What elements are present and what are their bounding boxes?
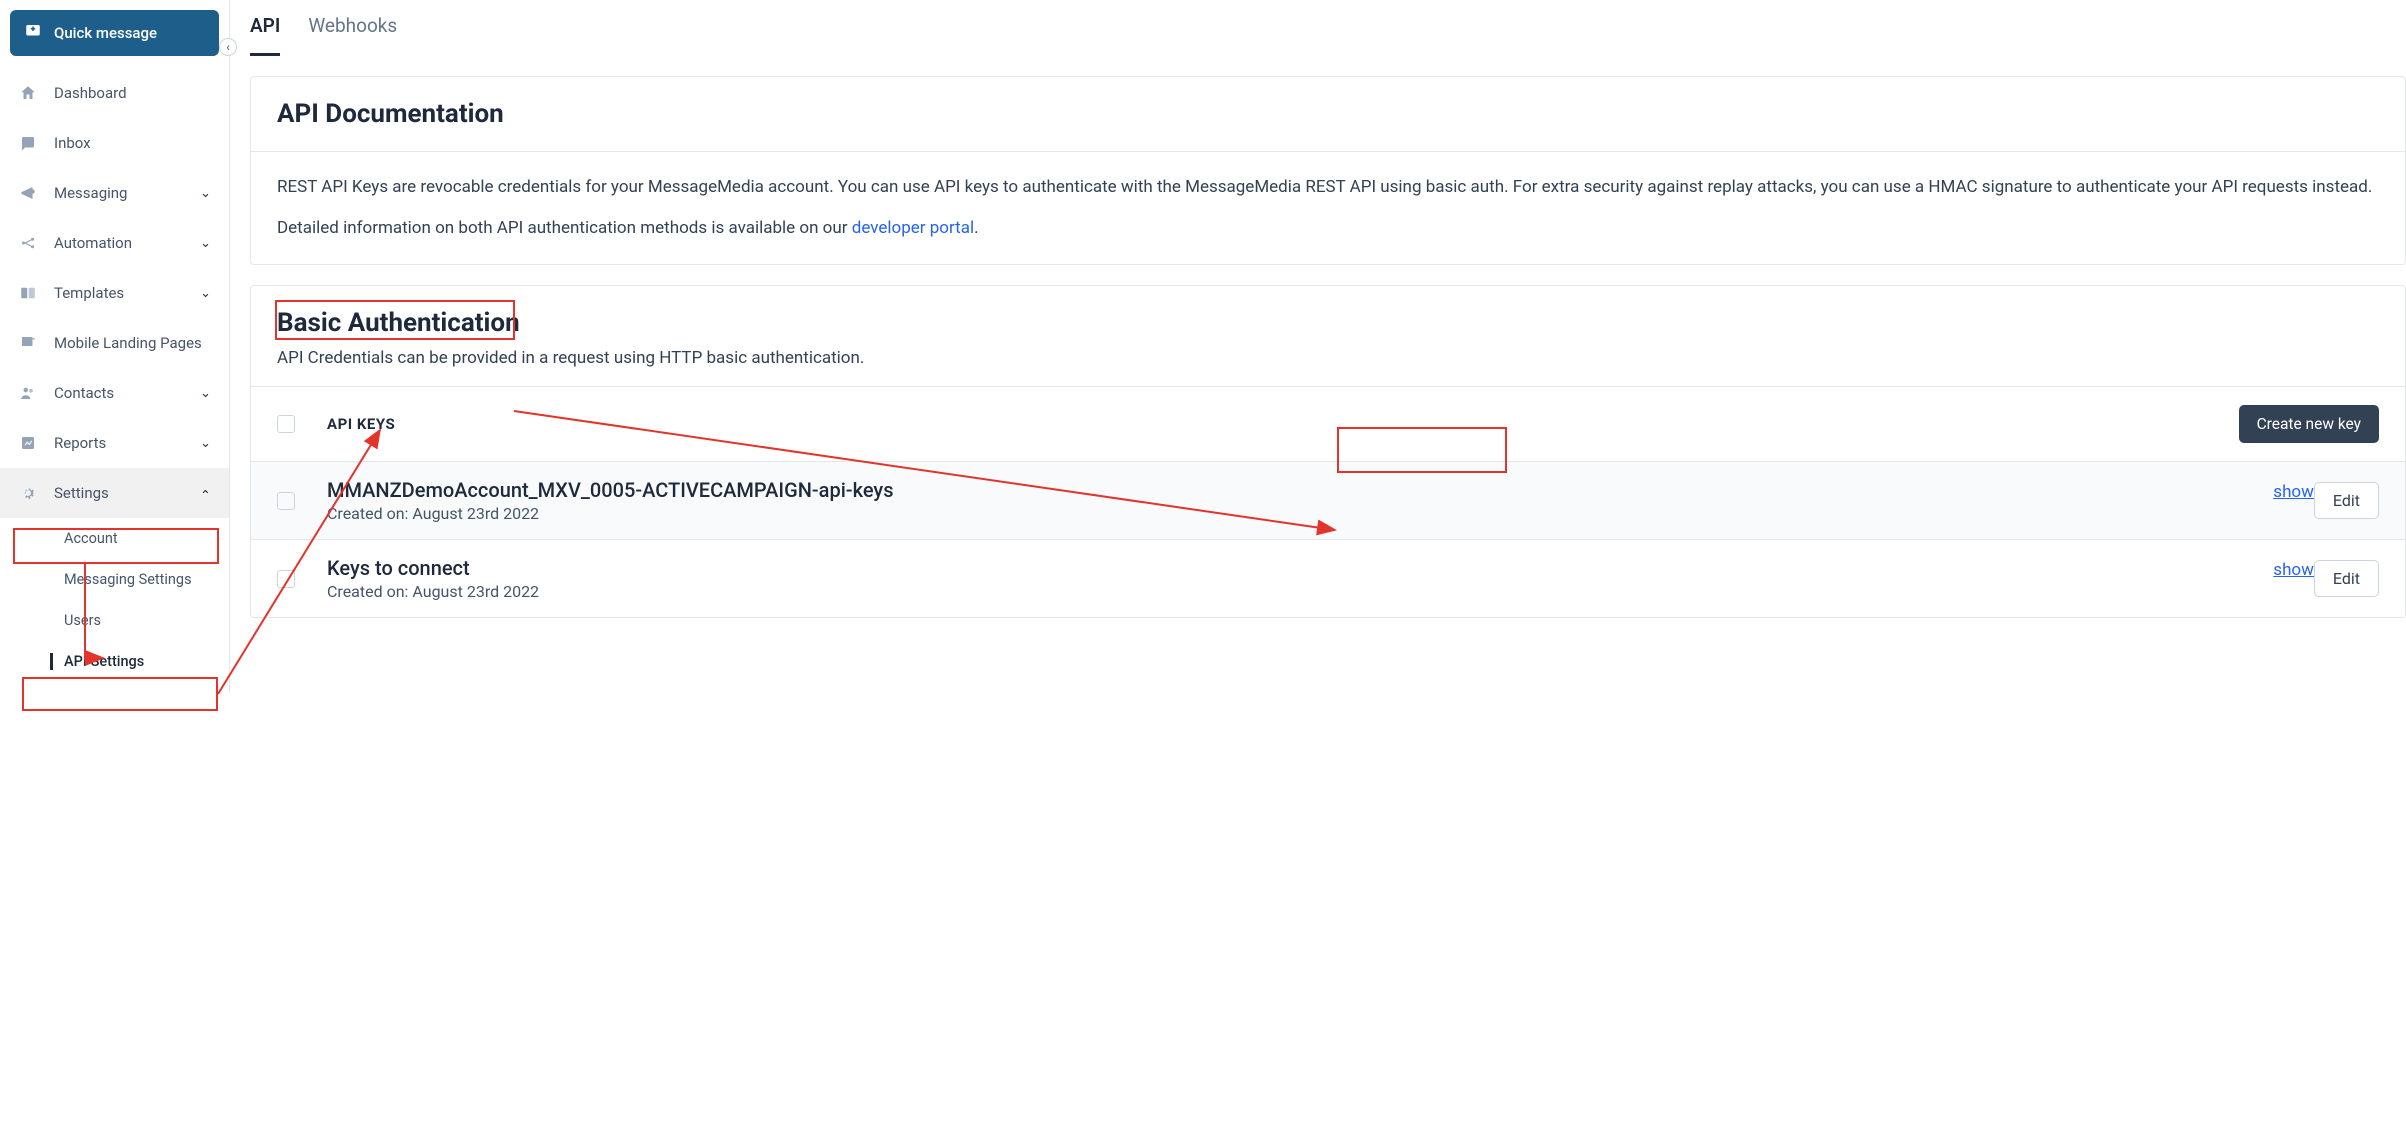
plus-message-icon (24, 22, 42, 44)
sidebar-item-inbox[interactable]: Inbox (0, 118, 229, 168)
chevron-down-icon: ⌄ (200, 236, 211, 251)
sidebar-item-reports[interactable]: Reports ⌄ (0, 418, 229, 468)
basic-auth-title: Basic Authentication (251, 286, 2405, 348)
inbox-icon (18, 134, 38, 152)
tab-webhooks[interactable]: Webhooks (308, 14, 397, 56)
key-created: Created on: August 23rd 2022 (327, 504, 2245, 523)
sidebar-item-dashboard[interactable]: Dashboard (0, 68, 229, 118)
key-info: Keys to connect Created on: August 23rd … (327, 556, 2245, 601)
sidebar-label: Reports (54, 434, 184, 452)
sidebar-label: Inbox (54, 134, 211, 152)
show-link[interactable]: show (2273, 482, 2314, 502)
api-keys-col-header: API KEYS (327, 415, 2239, 433)
quick-message-button[interactable]: Quick message (10, 10, 219, 56)
select-all-checkbox[interactable] (277, 415, 295, 433)
annotation-box-basic-auth (275, 300, 515, 340)
sidebar-item-templates[interactable]: Templates ⌄ (0, 268, 229, 318)
api-doc-p1: REST API Keys are revocable credentials … (277, 174, 2379, 201)
api-doc-body: REST API Keys are revocable credentials … (251, 152, 2405, 264)
sidebar-label: Automation (54, 234, 184, 252)
annotation-box-settings (13, 528, 219, 564)
chevron-down-icon: ⌄ (200, 436, 211, 451)
basic-auth-subtitle: API Credentials can be provided in a req… (251, 348, 2405, 386)
sidebar-label: Settings (54, 484, 184, 502)
tabs: API Webhooks (230, 0, 2406, 56)
automation-icon (18, 234, 38, 252)
edit-key-button[interactable]: Edit (2314, 560, 2379, 597)
chevron-down-icon: ⌄ (200, 186, 211, 201)
annotation-box-create-key (1337, 427, 1507, 473)
api-documentation-card: API Documentation REST API Keys are revo… (250, 76, 2406, 265)
sidebar-label: Messaging (54, 184, 184, 202)
sidebar-item-automation[interactable]: Automation ⌄ (0, 218, 229, 268)
developer-portal-link[interactable]: developer portal (852, 218, 974, 238)
chevron-down-icon: ⌄ (200, 386, 211, 401)
key-name: Keys to connect (327, 556, 2245, 580)
annotation-box-api-settings (22, 677, 218, 711)
row-checkbox[interactable] (277, 570, 295, 588)
sidebar-item-mlp[interactable]: Mobile Landing Pages (0, 318, 229, 368)
sidebar-item-settings[interactable]: Settings ⌄ (0, 468, 229, 518)
api-doc-title: API Documentation (251, 77, 2405, 152)
megaphone-icon (18, 184, 38, 202)
edit-key-button[interactable]: Edit (2314, 482, 2379, 519)
sidebar-label: Contacts (54, 384, 184, 402)
sidebar-label: Mobile Landing Pages (54, 334, 211, 352)
api-keys-table-head: API KEYS Create new key (251, 386, 2405, 461)
sidebar: Quick message ‹ Dashboard Inbox Messagin… (0, 0, 230, 692)
sidebar-collapse-button[interactable]: ‹ (219, 38, 237, 56)
row-checkbox[interactable] (277, 492, 295, 510)
chevron-down-icon: ⌄ (200, 286, 211, 301)
api-key-row: Keys to connect Created on: August 23rd … (251, 539, 2405, 617)
reports-icon (18, 434, 38, 452)
subnav-messaging-settings[interactable]: Messaging Settings (64, 559, 229, 600)
sidebar-item-messaging[interactable]: Messaging ⌄ (0, 168, 229, 218)
create-new-key-button[interactable]: Create new key (2239, 405, 2379, 443)
gear-icon (18, 484, 38, 502)
basic-auth-card: Basic Authentication API Credentials can… (250, 285, 2406, 618)
landing-icon (18, 334, 38, 352)
show-link[interactable]: show (2273, 560, 2314, 580)
api-key-row: MMANZDemoAccount_MXV_0005-ACTIVECAMPAIGN… (251, 461, 2405, 539)
templates-icon (18, 284, 38, 302)
key-name: MMANZDemoAccount_MXV_0005-ACTIVECAMPAIGN… (327, 478, 2245, 502)
sidebar-label: Templates (54, 284, 184, 302)
main-content: API Webhooks API Documentation REST API … (230, 0, 2406, 692)
subnav-users[interactable]: Users (64, 600, 229, 641)
key-created: Created on: August 23rd 2022 (327, 582, 2245, 601)
tab-api[interactable]: API (250, 14, 280, 56)
sidebar-item-contacts[interactable]: Contacts ⌄ (0, 368, 229, 418)
chevron-up-icon: ⌄ (200, 486, 211, 501)
subnav-api-settings[interactable]: API Settings (64, 641, 229, 682)
sidebar-label: Dashboard (54, 84, 211, 102)
quick-message-label: Quick message (54, 24, 157, 42)
home-icon (18, 84, 38, 102)
key-info: MMANZDemoAccount_MXV_0005-ACTIVECAMPAIGN… (327, 478, 2245, 523)
api-doc-p2: Detailed information on both API authent… (277, 215, 2379, 242)
contacts-icon (18, 384, 38, 402)
